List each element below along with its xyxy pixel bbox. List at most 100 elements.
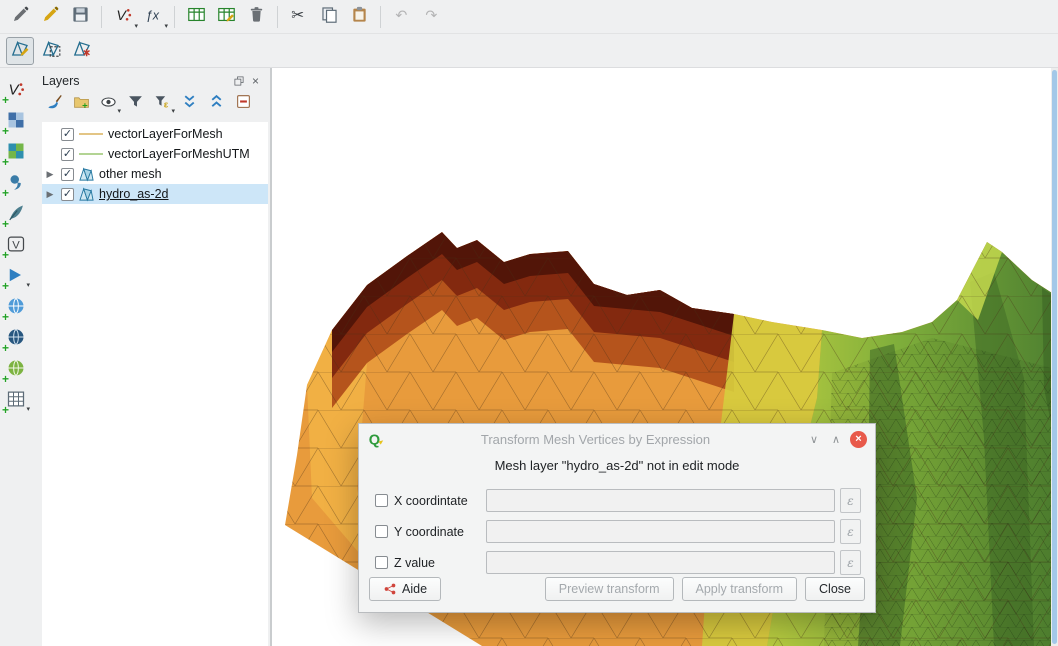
y-coordinate-expression-input[interactable]	[486, 520, 835, 543]
mesh-layer-icon	[79, 167, 94, 182]
vertical-scrollbar[interactable]	[1051, 68, 1058, 646]
layer-visibility-checkbox[interactable]: ✓	[61, 188, 74, 201]
layer-visibility-checkbox[interactable]: ✓	[61, 148, 74, 161]
apply-transform-button[interactable]: Apply transform	[682, 577, 798, 601]
open-layer-styling-icon	[46, 93, 63, 115]
toggle-editing-icon	[41, 5, 60, 29]
add-plus-badge: +	[2, 125, 9, 137]
manage-map-themes-button[interactable]: ▾	[96, 92, 120, 116]
close-button[interactable]: Close	[805, 577, 865, 601]
add-plus-badge: +	[2, 249, 9, 261]
layers-panel: Layers × +▾ε▾ ✓vectorLayerForMesh✓vector…	[32, 68, 270, 646]
dropdown-caret-icon[interactable]: ▾	[26, 406, 30, 413]
filter-legend-button[interactable]	[123, 92, 147, 116]
dropdown-caret-icon[interactable]: ▾	[171, 108, 175, 115]
x-coordinate-expression-input[interactable]	[486, 489, 835, 512]
copy-features-button[interactable]	[315, 3, 343, 31]
cut-features-button[interactable]: ✂	[285, 3, 313, 31]
add-wcs-layer-button[interactable]: +	[3, 326, 29, 352]
collapse-all-button[interactable]	[204, 92, 228, 116]
open-attribute-table-button[interactable]	[212, 3, 240, 31]
digitize-feature-button[interactable]: V▾	[109, 3, 137, 31]
expander-icon[interactable]: ▶	[44, 189, 56, 200]
add-delimited-text-layer-button[interactable]: +	[3, 171, 29, 197]
add-vector-layer-button[interactable]: V+	[3, 78, 29, 104]
digitize-feature-icon: V	[114, 5, 133, 29]
y-coordinate-checkbox[interactable]	[375, 525, 388, 538]
z-value-label: Z value	[394, 556, 486, 570]
mesh-digitizing-toolbar	[0, 34, 1058, 68]
add-plus-badge: +	[2, 218, 9, 230]
toggle-editing-button[interactable]	[36, 3, 64, 31]
dropdown-caret-icon[interactable]: ▾	[117, 108, 121, 115]
undo-button[interactable]: ↶	[388, 3, 416, 31]
add-virtual-layer-button[interactable]: +▾	[3, 388, 29, 414]
toggle-mesh-editing-button[interactable]	[6, 37, 34, 65]
preview-transform-button[interactable]: Preview transform	[545, 577, 674, 601]
help-button-label: Aide	[402, 582, 427, 596]
open-layer-styling-button[interactable]	[42, 92, 66, 116]
manage-map-themes-icon	[100, 93, 117, 115]
z-value-expression-builder-button[interactable]: ε	[840, 550, 861, 575]
save-layer-edits-button[interactable]	[66, 3, 94, 31]
x-coordinate-checkbox[interactable]	[375, 494, 388, 507]
field-calculator-icon: ƒx	[144, 5, 163, 29]
scrollbar-thumb[interactable]	[1052, 70, 1057, 644]
remove-layer-button[interactable]	[231, 92, 255, 116]
help-button[interactable]: Aide	[369, 577, 441, 601]
add-plus-badge: +	[2, 280, 9, 292]
z-value-checkbox[interactable]	[375, 556, 388, 569]
attributes-form-icon	[187, 5, 206, 29]
mesh-layer-icon	[79, 187, 94, 202]
add-mesh-layer-button[interactable]: +	[3, 140, 29, 166]
add-wms-layer-button[interactable]: +	[3, 295, 29, 321]
panel-close-icon[interactable]: ×	[247, 73, 264, 89]
add-spatialite-layer-button[interactable]: V+	[3, 233, 29, 259]
z-value-expression-input[interactable]	[486, 551, 835, 574]
attributes-form-button[interactable]	[182, 3, 210, 31]
dropdown-caret-icon[interactable]: ▾	[134, 23, 138, 30]
select-mesh-elements-icon	[42, 39, 61, 63]
x-coordinate-expression-builder-button[interactable]: ε	[840, 488, 861, 513]
current-edits-icon	[11, 5, 30, 29]
paste-features-button[interactable]	[345, 3, 373, 31]
y-coordinate-label: Y coordinate	[394, 525, 486, 539]
add-raster-layer-button[interactable]: +	[3, 109, 29, 135]
delete-selected-button[interactable]	[242, 3, 270, 31]
field-calculator-button[interactable]: ƒx▾	[139, 3, 167, 31]
layer-item[interactable]: ✓vectorLayerForMeshUTM	[42, 144, 268, 164]
add-geopackage-layer-button[interactable]: +	[3, 202, 29, 228]
filter-by-expression-button[interactable]: ε▾	[150, 92, 174, 116]
layer-item[interactable]: ▶✓hydro_as-2d	[42, 184, 268, 204]
add-plus-badge: +	[2, 156, 9, 168]
dropdown-caret-icon[interactable]: ▾	[26, 282, 30, 289]
dropdown-caret-icon[interactable]: ▾	[164, 23, 168, 30]
dock-chevron-down-icon[interactable]: ∨	[806, 433, 822, 446]
panel-float-icon[interactable]	[230, 73, 247, 89]
toggle-mesh-editing-icon	[11, 39, 30, 63]
expand-all-button[interactable]	[177, 92, 201, 116]
help-icon	[383, 582, 397, 596]
current-edits-button[interactable]	[6, 3, 34, 31]
select-mesh-elements-button[interactable]	[37, 37, 65, 65]
add-group-icon: +	[73, 93, 90, 115]
layer-item[interactable]: ▶✓other mesh	[42, 164, 268, 184]
collapse-all-icon	[208, 93, 225, 115]
expander-icon[interactable]: ▶	[44, 169, 56, 180]
svg-text:Q: Q	[369, 433, 380, 448]
dialog-close-icon[interactable]: ×	[850, 431, 867, 448]
add-group-button[interactable]: +	[69, 92, 93, 116]
layer-visibility-checkbox[interactable]: ✓	[61, 128, 74, 141]
layer-visibility-checkbox[interactable]: ✓	[61, 168, 74, 181]
transform-mesh-vertices-button[interactable]	[68, 37, 96, 65]
layer-item[interactable]: ✓vectorLayerForMesh	[42, 124, 268, 144]
add-wfs-layer-button[interactable]: +	[3, 357, 29, 383]
dock-chevron-up-icon[interactable]: ∧	[828, 433, 844, 446]
add-plus-badge: +	[2, 404, 9, 416]
y-coordinate-expression-builder-button[interactable]: ε	[840, 519, 861, 544]
add-database-layer-button[interactable]: +▾	[3, 264, 29, 290]
dialog-titlebar[interactable]: Q Transform Mesh Vertices by Expression …	[359, 424, 875, 454]
redo-button[interactable]: ↷	[418, 3, 446, 31]
filter-by-expression-icon: ε	[154, 93, 171, 115]
svg-text:↷: ↷	[425, 7, 437, 23]
